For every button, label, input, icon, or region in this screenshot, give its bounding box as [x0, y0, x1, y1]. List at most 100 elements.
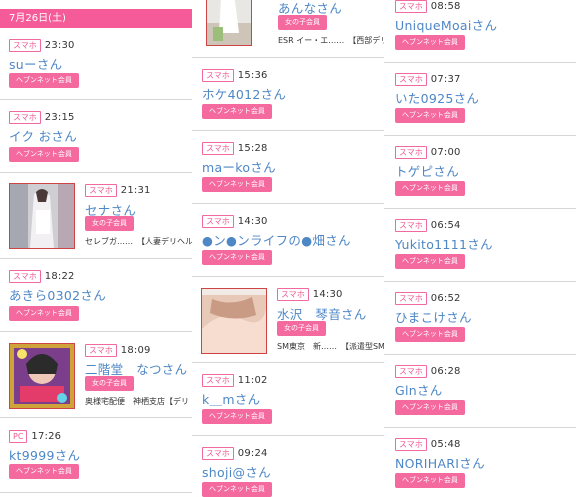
visitor-column-2: あんなさん 女の子会員 ESR イー・エ…… 【西部デリ スマホ 15:36 ホ…	[192, 0, 384, 497]
visitor-name-link[interactable]: いた0925さん	[395, 88, 479, 107]
visitor-entry: スマホ 14:30 水沢 琴音さん 女の子会員 SM東京 新…… 【派遣型SM	[192, 277, 384, 363]
entry-meta: スマホ 18:09	[85, 343, 151, 357]
entry-meta: スマホ 15:36	[202, 68, 268, 82]
device-badge: スマホ	[395, 72, 427, 86]
visitor-entry: スマホ 06:52 ひまこけさん ヘブンネット会員	[384, 282, 576, 355]
device-badge: スマホ	[395, 437, 427, 451]
device-badge: スマホ	[202, 373, 234, 387]
entry-meta: スマホ 09:24	[202, 446, 268, 460]
visitor-name-link[interactable]: あきら0302さん	[9, 285, 106, 304]
visitor-name-link[interactable]: shoji@さん	[202, 462, 271, 481]
visitor-entry: スマホ 15:28 maーkoさん ヘブンネット会員	[192, 131, 384, 204]
visitor-name-link[interactable]: NORIHARIさん	[395, 453, 485, 472]
device-badge: スマホ	[9, 110, 41, 124]
member-badge[interactable]: 女の子会員	[277, 321, 326, 336]
visit-time: 15:36	[237, 69, 268, 81]
member-badge[interactable]: ヘブンネット会員	[395, 327, 465, 342]
visitor-entry: あんなさん 女の子会員 ESR イー・エ…… 【西部デリ	[192, 0, 384, 58]
visit-time: 14:30	[312, 288, 343, 300]
shop-detail[interactable]: ESR イー・エ…… 【西部デリ	[278, 35, 384, 46]
visitor-name-link[interactable]: kt9999さん	[9, 445, 80, 464]
visitor-entry: PC 17:26 kt9999さん ヘブンネット会員	[0, 418, 192, 493]
visitor-entry: スマホ 21:31 セナさん 女の子会員 セレブガ…… 【人妻デリヘル	[0, 173, 192, 259]
member-badge[interactable]: ヘブンネット会員	[202, 250, 272, 265]
visit-time: 21:31	[120, 184, 151, 196]
visit-time: 18:09	[120, 344, 151, 356]
device-badge: スマホ	[395, 291, 427, 305]
visitor-name-link[interactable]: ひまこけさん	[395, 307, 472, 326]
visitor-entry: スマホ 08:58 UniqueMoaiさん ヘブンネット会員	[384, 0, 576, 63]
member-badge[interactable]: ヘブンネット会員	[395, 181, 465, 196]
visitor-entry: スマホ 11:02 k＿mさん ヘブンネット会員	[192, 363, 384, 436]
visit-time: 07:37	[430, 73, 461, 85]
member-badge[interactable]: ヘブンネット会員	[9, 464, 79, 479]
entry-meta: スマホ 05:48	[395, 437, 461, 451]
member-badge[interactable]: ヘブンネット会員	[395, 473, 465, 488]
visit-time: 06:52	[430, 292, 461, 304]
member-badge[interactable]: ヘブンネット会員	[202, 409, 272, 424]
visitor-name-link[interactable]: Yukito1111さん	[395, 234, 493, 253]
member-badge[interactable]: ヘブンネット会員	[202, 482, 272, 497]
member-badge[interactable]: ヘブンネット会員	[202, 177, 272, 192]
member-badge[interactable]: ヘブンネット会員	[9, 306, 79, 321]
entry-meta: スマホ 23:30	[9, 38, 75, 52]
entry-meta: スマホ 14:30	[277, 287, 343, 301]
visitor-column-1: 7月26日(土) スマホ 23:30 suーさん ヘブンネット会員 スマホ 23…	[0, 0, 192, 497]
visitor-name-link[interactable]: UniqueMoaiさん	[395, 15, 497, 34]
visitor-entry: スマホ 15:36 ホケ4012さん ヘブンネット会員	[192, 58, 384, 131]
visitor-name-link[interactable]: Glnさん	[395, 380, 443, 399]
entry-meta: スマホ 21:31	[85, 183, 151, 197]
visit-time: 15:28	[237, 142, 268, 154]
visitor-name-link[interactable]: ホケ4012さん	[202, 84, 286, 103]
member-badge[interactable]: 女の子会員	[278, 15, 327, 30]
shop-detail[interactable]: セレブガ…… 【人妻デリヘル	[85, 236, 192, 247]
device-badge: スマホ	[395, 218, 427, 232]
device-badge: スマホ	[85, 183, 117, 197]
shop-detail[interactable]: SM東京 新…… 【派遣型SM	[277, 341, 384, 352]
visitor-name-link[interactable]: トゲピさん	[395, 161, 459, 180]
entry-meta: スマホ 08:58	[395, 0, 461, 13]
member-badge[interactable]: ヘブンネット会員	[9, 147, 79, 162]
visit-time: 07:00	[430, 146, 461, 158]
visitor-name-link[interactable]: maーkoさん	[202, 157, 276, 176]
visitor-name-link[interactable]: ●ン●ンライフの●畑さん	[202, 230, 351, 249]
profile-photo[interactable]	[9, 343, 75, 409]
member-badge[interactable]: ヘブンネット会員	[395, 108, 465, 123]
visitor-entry: スマホ 07:37 いた0925さん ヘブンネット会員	[384, 63, 576, 136]
visitor-name-link[interactable]: k＿mさん	[202, 389, 260, 408]
visit-time: 06:28	[430, 365, 461, 377]
visit-time: 05:48	[430, 438, 461, 450]
visitor-column-3: スマホ 08:58 UniqueMoaiさん ヘブンネット会員 スマホ 07:3…	[384, 0, 576, 497]
device-badge: スマホ	[395, 145, 427, 159]
entry-meta: スマホ 11:02	[202, 373, 268, 387]
member-badge[interactable]: ヘブンネット会員	[395, 35, 465, 50]
member-badge[interactable]: 女の子会員	[85, 216, 134, 231]
member-badge[interactable]: ヘブンネット会員	[9, 73, 79, 88]
visitor-entry: スマホ 18:22 あきら0302さん ヘブンネット会員	[0, 259, 192, 332]
visit-time: 18:22	[44, 270, 75, 282]
member-badge[interactable]: 女の子会員	[85, 376, 134, 391]
visit-time: 11:02	[237, 374, 268, 386]
visitor-entry: スマホ 09:24 shoji@さん ヘブンネット会員	[192, 436, 384, 497]
member-badge[interactable]: ヘブンネット会員	[202, 104, 272, 119]
visitor-entry: スマホ 18:09 二階堂 なつさん 女の子会員 奥様宅配便 神栖支店【デリ	[0, 332, 192, 418]
member-badge[interactable]: ヘブンネット会員	[395, 400, 465, 415]
date-header: 7月26日(土)	[0, 9, 192, 28]
visitor-name-link[interactable]: suーさん	[9, 54, 62, 73]
profile-photo[interactable]	[9, 183, 75, 249]
profile-photo[interactable]	[206, 0, 252, 46]
visit-time: 23:15	[44, 111, 75, 123]
entry-meta: スマホ 15:28	[202, 141, 268, 155]
device-badge: PC	[9, 429, 28, 443]
entry-meta: スマホ 07:00	[395, 145, 461, 159]
device-badge: スマホ	[395, 0, 427, 13]
entry-meta: スマホ 23:15	[9, 110, 75, 124]
shop-detail[interactable]: 奥様宅配便 神栖支店【デリ	[85, 396, 189, 407]
visit-time: 06:54	[430, 219, 461, 231]
device-badge: スマホ	[277, 287, 309, 301]
member-badge[interactable]: ヘブンネット会員	[395, 254, 465, 269]
profile-photo[interactable]	[201, 288, 267, 354]
entry-meta: スマホ 06:28	[395, 364, 461, 378]
device-badge: スマホ	[9, 269, 41, 283]
visitor-name-link[interactable]: イク おさん	[9, 126, 77, 145]
